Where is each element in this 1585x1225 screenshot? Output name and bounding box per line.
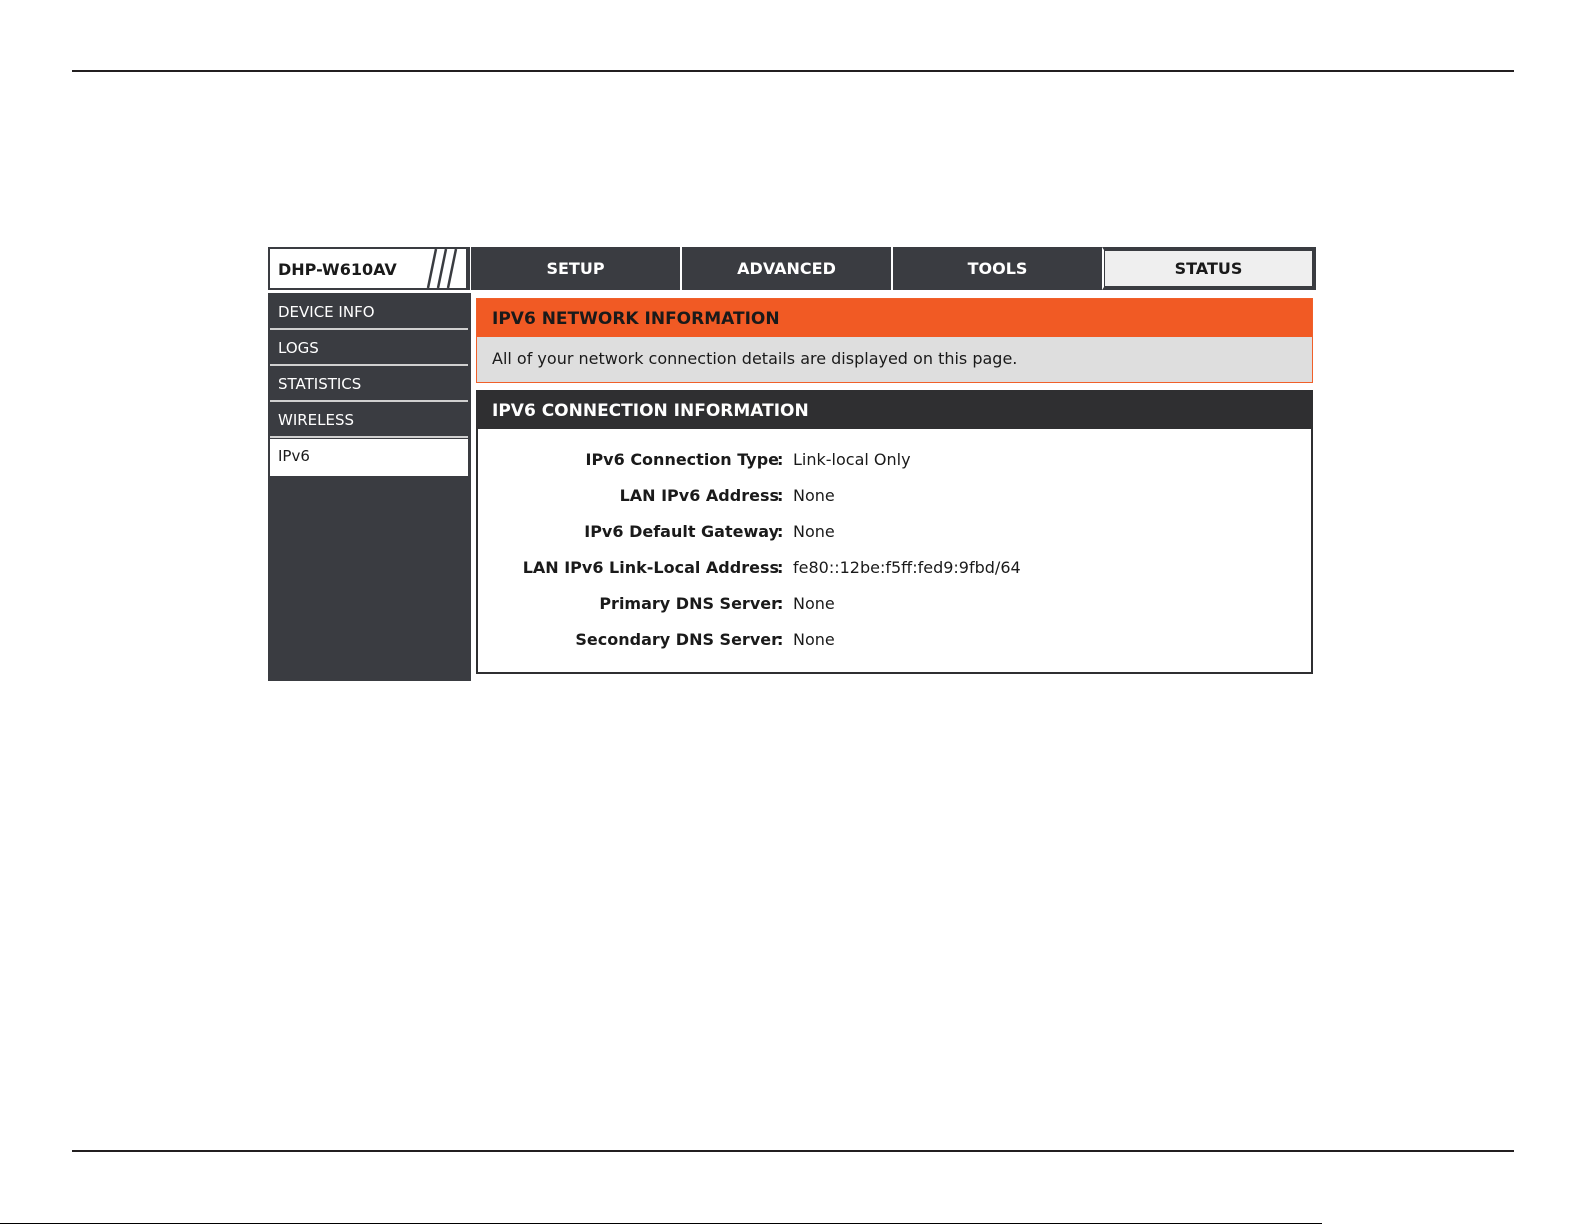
connection-info-box: IPV6 CONNECTION INFORMATION IPv6 Connect…: [476, 390, 1313, 674]
info-colon: :: [777, 486, 784, 505]
tab-setup[interactable]: SETUP: [471, 247, 680, 290]
info-row-lan-ipv6-address: LAN IPv6 Address : None: [478, 480, 1311, 516]
info-value: Link-local Only: [793, 450, 911, 469]
network-info-description: All of your network connection details a…: [492, 349, 1018, 368]
tab-status[interactable]: STATUS: [1102, 247, 1316, 290]
info-label: IPv6 Default Gateway: [584, 522, 779, 541]
network-info-title: IPV6 NETWORK INFORMATION: [477, 299, 1312, 337]
tab-advanced[interactable]: ADVANCED: [680, 247, 891, 290]
info-colon: :: [777, 450, 784, 469]
info-colon: :: [777, 594, 784, 613]
info-colon: :: [777, 522, 784, 541]
info-value: None: [793, 594, 835, 613]
main-tabs: SETUP ADVANCED TOOLS STATUS: [471, 247, 1316, 290]
page-top-rule: [72, 70, 1514, 72]
info-row-connection-type: IPv6 Connection Type : Link-local Only: [478, 444, 1311, 480]
info-label: Secondary DNS Server: [575, 630, 779, 649]
sidebar: DEVICE INFO LOGS STATISTICS WIRELESS IPv…: [268, 293, 471, 681]
info-label: IPv6 Connection Type: [585, 450, 780, 469]
info-row-primary-dns: Primary DNS Server : None: [478, 588, 1311, 624]
info-colon: :: [777, 558, 784, 577]
info-label: LAN IPv6 Link-Local Address: [522, 558, 779, 577]
tab-tools[interactable]: TOOLS: [891, 247, 1102, 290]
info-value: None: [793, 630, 835, 649]
info-value: None: [793, 486, 835, 505]
sidebar-item-statistics[interactable]: STATISTICS: [270, 367, 468, 402]
connection-info-title: IPV6 CONNECTION INFORMATION: [478, 392, 1311, 429]
slash-logo-icon: [426, 249, 458, 288]
router-admin-panel: DHP-W610AV SETUP ADVANCED TOOLS STATUS D…: [268, 247, 1316, 681]
info-value: None: [793, 522, 835, 541]
info-row-secondary-dns: Secondary DNS Server : None: [478, 624, 1311, 660]
info-row-link-local-address: LAN IPv6 Link-Local Address : fe80::12be…: [478, 552, 1311, 588]
device-model-label: DHP-W610AV: [278, 260, 397, 279]
brand-box: DHP-W610AV: [268, 247, 470, 290]
page-footer-line: [0, 1223, 1322, 1224]
page-bottom-rule: [72, 1150, 1514, 1152]
info-colon: :: [777, 630, 784, 649]
info-row-default-gateway: IPv6 Default Gateway : None: [478, 516, 1311, 552]
sidebar-item-wireless[interactable]: WIRELESS: [270, 403, 468, 438]
info-label: LAN IPv6 Address: [619, 486, 779, 505]
sidebar-item-ipv6[interactable]: IPv6: [270, 439, 468, 476]
sidebar-item-device-info[interactable]: DEVICE INFO: [270, 295, 468, 330]
connection-info-table: IPv6 Connection Type : Link-local Only L…: [478, 444, 1311, 660]
network-info-box: IPV6 NETWORK INFORMATION All of your net…: [476, 298, 1313, 383]
info-value: fe80::12be:f5ff:fed9:9fbd/64: [793, 558, 1021, 577]
sidebar-item-logs[interactable]: LOGS: [270, 331, 468, 366]
info-label: Primary DNS Server: [599, 594, 779, 613]
